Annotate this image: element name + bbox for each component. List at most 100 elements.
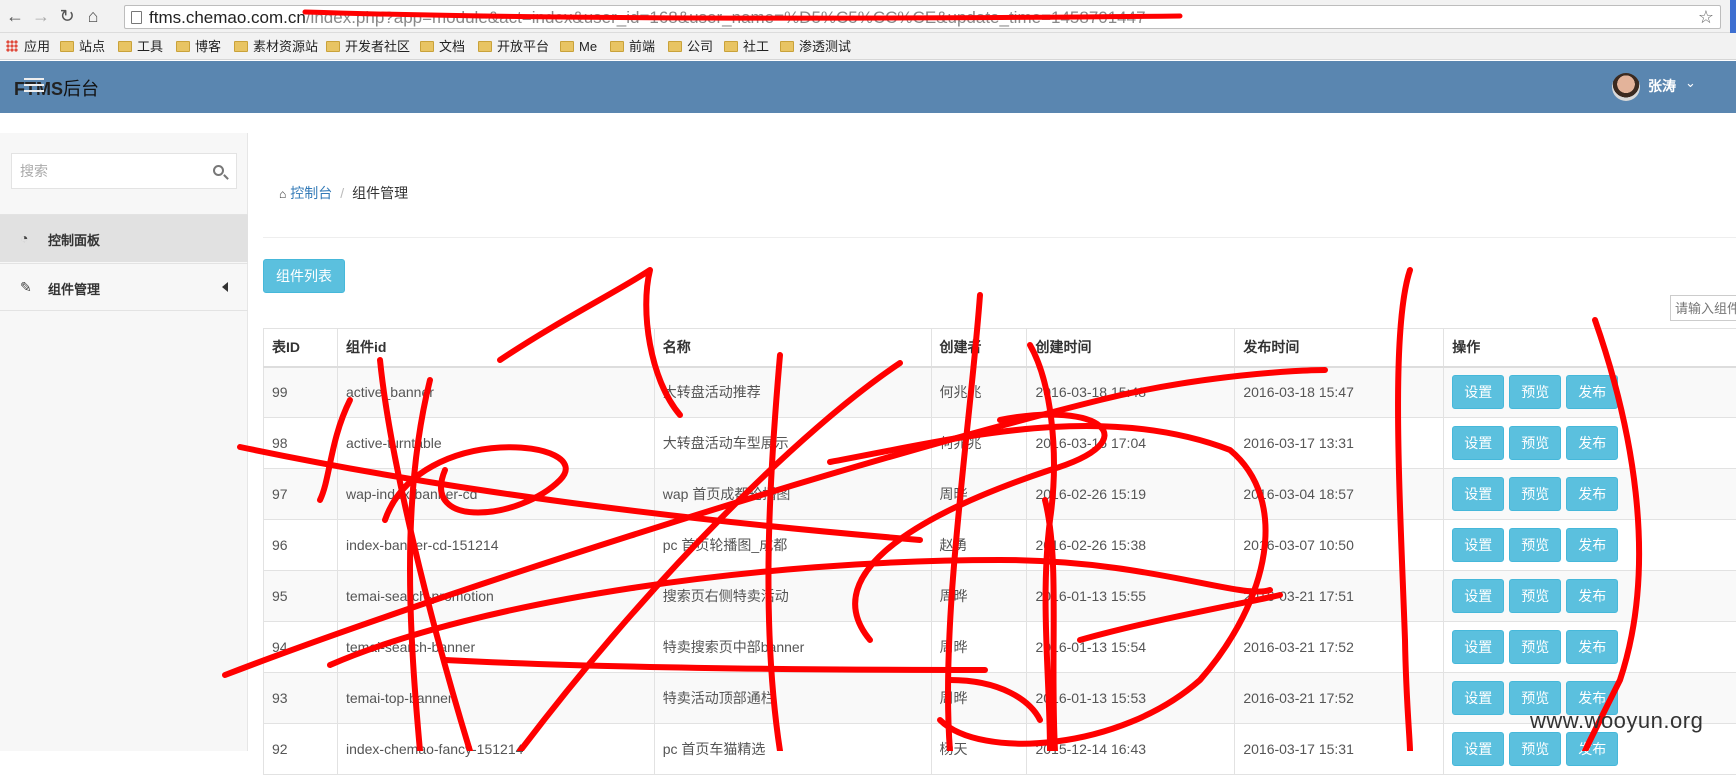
preview-button[interactable]: 预览 — [1509, 579, 1561, 613]
publish-button[interactable]: 发布 — [1566, 579, 1618, 613]
dashboard-icon: ◔ — [20, 232, 34, 245]
folder-icon — [60, 41, 74, 52]
chevron-down-icon[interactable]: ⌄ — [1685, 75, 1696, 91]
settings-button[interactable]: 设置 — [1452, 630, 1504, 664]
publish-button[interactable]: 发布 — [1566, 528, 1618, 562]
url-host: ftms.chemao.com.cn — [149, 8, 306, 27]
bookmark-folder[interactable]: 开放平台 — [478, 38, 549, 56]
cell-component: temai-search-banner — [337, 622, 654, 673]
bookmark-folder[interactable]: 博客 — [176, 38, 221, 56]
bookmark-folder[interactable]: 公司 — [668, 38, 713, 56]
address-bar[interactable]: ftms.chemao.com.cn/index.php?app=module&… — [124, 5, 1721, 29]
cell-component: temai-search-promotion — [337, 571, 654, 622]
settings-button[interactable]: 设置 — [1452, 579, 1504, 613]
bookmark-apps[interactable]: 应用 — [6, 38, 50, 56]
column-header[interactable]: 名称 — [654, 329, 931, 367]
cell-published: 2016-03-21 17:52 — [1235, 622, 1444, 673]
settings-button[interactable]: 设置 — [1452, 732, 1504, 766]
folder-icon — [478, 41, 492, 52]
bookmark-label: 工具 — [137, 39, 163, 54]
search-input[interactable] — [20, 161, 200, 181]
settings-button[interactable]: 设置 — [1452, 477, 1504, 511]
cell-created: 2016-02-26 15:19 — [1027, 469, 1235, 520]
cell-actions: 设置预览发布 — [1444, 520, 1736, 571]
watermark: www.wooyun.org — [1530, 708, 1703, 734]
cell-actions: 设置预览发布 — [1444, 622, 1736, 673]
cell-component: temai-top-banner — [337, 673, 654, 724]
menu-toggle-icon[interactable] — [24, 78, 44, 92]
bookmark-folder[interactable]: 前端 — [610, 38, 655, 56]
bookmark-folder[interactable]: 文档 — [420, 38, 465, 56]
bookmark-folder[interactable]: Me — [560, 38, 597, 56]
cell-published: 2016-03-17 13:31 — [1235, 418, 1444, 469]
search-icon[interactable] — [213, 165, 224, 176]
cell-name: 搜索页右侧特卖活动 — [654, 571, 931, 622]
bookmark-folder[interactable]: 社工 — [724, 38, 769, 56]
publish-button[interactable]: 发布 — [1566, 375, 1618, 409]
preview-button[interactable]: 预览 — [1509, 375, 1561, 409]
folder-icon — [118, 41, 132, 52]
table-row: 95temai-search-promotion搜索页右侧特卖活动周晔2016-… — [264, 571, 1736, 622]
publish-button[interactable]: 发布 — [1566, 477, 1618, 511]
back-arrow-icon[interactable]: ← — [4, 5, 26, 27]
component-list-button[interactable]: 组件列表 — [263, 259, 345, 293]
extension-icon[interactable] — [1730, 0, 1736, 33]
apps-grid-icon — [6, 40, 18, 52]
column-header[interactable]: 创建时间 — [1027, 329, 1235, 367]
cell-id: 92 — [264, 724, 338, 775]
publish-button[interactable]: 发布 — [1566, 426, 1618, 460]
home-icon[interactable]: ⌂ — [82, 5, 104, 27]
publish-button[interactable]: 发布 — [1566, 630, 1618, 664]
component-filter-input[interactable] — [1670, 295, 1736, 321]
reload-icon[interactable]: ↻ — [56, 5, 78, 27]
bookmark-folder[interactable]: 素材资源站 — [234, 38, 318, 56]
cell-created: 2016-01-13 15:55 — [1027, 571, 1235, 622]
breadcrumb-separator: / — [340, 185, 344, 201]
cell-component: index-banner-cd-151214 — [337, 520, 654, 571]
sidebar-item-components[interactable]: ✎ 组件管理 — [0, 263, 248, 311]
sidebar-item-label: 控制面板 — [48, 230, 100, 249]
bookmark-star-icon[interactable]: ☆ — [1698, 7, 1714, 28]
url-path: /index.php?app=module&act=index&user_id=… — [306, 8, 1146, 27]
bookmark-folder[interactable]: 工具 — [118, 38, 163, 56]
column-header[interactable]: 组件id — [337, 329, 654, 367]
column-header[interactable]: 发布时间 — [1235, 329, 1444, 367]
settings-button[interactable]: 设置 — [1452, 375, 1504, 409]
sidebar-search — [11, 153, 237, 189]
url-text: ftms.chemao.com.cn/index.php?app=module&… — [149, 8, 1146, 28]
cell-actions: 设置预览发布 — [1444, 469, 1736, 520]
cell-id: 95 — [264, 571, 338, 622]
bookmark-label: 社工 — [743, 39, 769, 54]
bookmark-label: 渗透测试 — [799, 39, 851, 54]
bookmark-label: 素材资源站 — [253, 39, 318, 54]
column-header[interactable]: 表ID — [264, 329, 338, 367]
bookmark-folder[interactable]: 渗透测试 — [780, 38, 851, 56]
component-table: 表ID 组件id 名称 创建者 创建时间 发布时间 操作 99active_ba… — [263, 328, 1736, 775]
preview-button[interactable]: 预览 — [1509, 732, 1561, 766]
publish-button[interactable]: 发布 — [1566, 732, 1618, 766]
column-header: 操作 — [1444, 329, 1736, 367]
cell-published: 2016-03-21 17:52 — [1235, 673, 1444, 724]
cell-creator: 何兆兆 — [931, 367, 1027, 418]
settings-button[interactable]: 设置 — [1452, 528, 1504, 562]
folder-icon — [668, 41, 682, 52]
avatar[interactable] — [1612, 73, 1640, 101]
settings-button[interactable]: 设置 — [1452, 426, 1504, 460]
cell-published: 2016-03-04 18:57 — [1235, 469, 1444, 520]
cell-creator: 周晔 — [931, 673, 1027, 724]
settings-button[interactable]: 设置 — [1452, 681, 1504, 715]
sidebar-item-dashboard[interactable]: ◔ 控制面板 — [0, 214, 248, 262]
preview-button[interactable]: 预览 — [1509, 528, 1561, 562]
preview-button[interactable]: 预览 — [1509, 630, 1561, 664]
breadcrumb-home-link[interactable]: 控制台 — [290, 185, 332, 201]
forward-arrow-icon[interactable]: → — [30, 5, 52, 27]
preview-button[interactable]: 预览 — [1509, 426, 1561, 460]
bookmark-folder[interactable]: 站点 — [60, 38, 105, 56]
preview-button[interactable]: 预览 — [1509, 477, 1561, 511]
user-name[interactable]: 张涛 — [1648, 76, 1676, 96]
bookmark-folder[interactable]: 开发者社区 — [326, 38, 410, 56]
folder-icon — [780, 41, 794, 52]
bookmark-label: 博客 — [195, 39, 221, 54]
column-header[interactable]: 创建者 — [931, 329, 1027, 367]
folder-icon — [560, 41, 574, 52]
